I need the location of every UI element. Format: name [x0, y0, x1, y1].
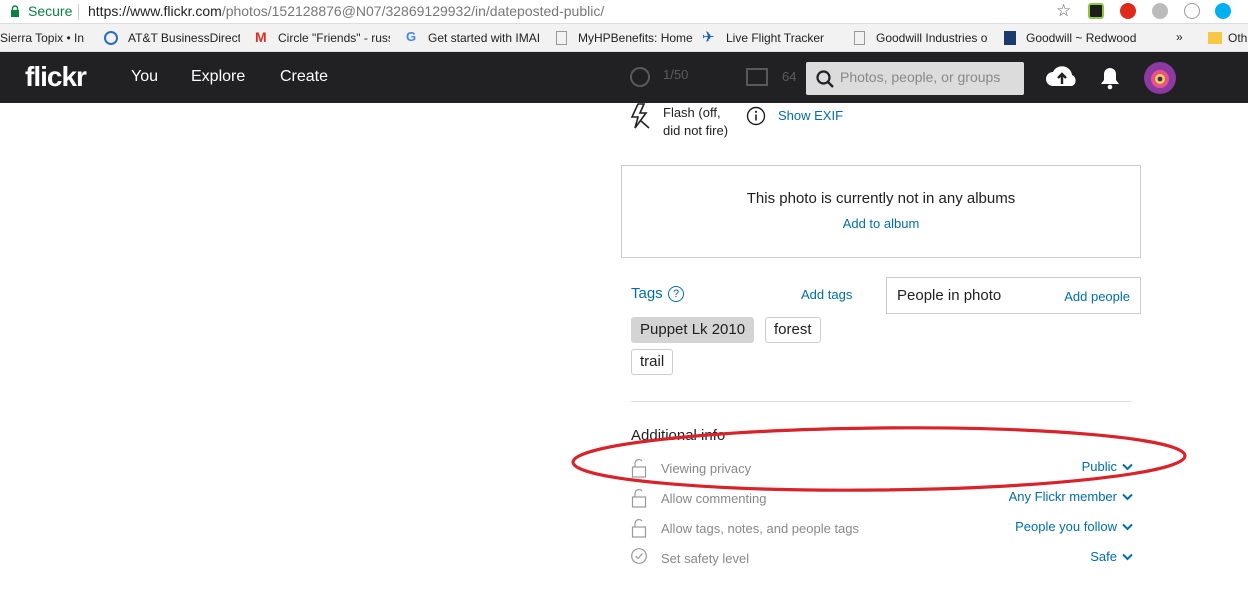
- bookmark-item[interactable]: Oth: [1228, 31, 1248, 47]
- opera-icon[interactable]: [1120, 3, 1136, 19]
- airplane-icon: ✈: [702, 29, 715, 46]
- tags-title: Tags: [631, 285, 663, 302]
- gmail-icon: M: [255, 29, 267, 45]
- help-icon[interactable]: ?: [668, 286, 684, 302]
- annotation-oval: [571, 426, 1187, 492]
- people-panel: People in photo Add people: [886, 277, 1141, 314]
- flash-status-line2: did not fire): [663, 123, 729, 138]
- divider: [78, 4, 79, 20]
- flickr-logo[interactable]: flickr: [25, 61, 87, 93]
- att-icon: [104, 31, 118, 45]
- extension-icon[interactable]: [1088, 3, 1104, 19]
- tag-chip[interactable]: trail: [631, 349, 674, 375]
- bookmark-item[interactable]: Sierra Topix • In: [0, 31, 92, 47]
- user-avatar[interactable]: [1144, 62, 1176, 94]
- more-bookmarks-button[interactable]: »: [1176, 30, 1190, 46]
- bookmark-item[interactable]: MyHPBenefits: Home: [578, 31, 694, 47]
- page-icon: [854, 31, 865, 45]
- add-people-link[interactable]: Add people: [1064, 289, 1130, 304]
- skype-icon[interactable]: [1215, 3, 1231, 19]
- google-icon: G: [406, 29, 417, 44]
- bookmarks-bar: Sierra Topix • In AT&T BusinessDirect M …: [0, 24, 1248, 52]
- address-bar: Secure https://www.flickr.com/photos/152…: [0, 0, 1248, 24]
- chevron-down-icon[interactable]: [1122, 553, 1133, 561]
- bookmark-item[interactable]: Get started with IMAI: [428, 31, 540, 47]
- notifications-bell-icon[interactable]: [1100, 66, 1120, 90]
- flash-status-line1: Flash (off,: [663, 105, 721, 120]
- flash-off-icon: [630, 103, 650, 129]
- bookmark-item[interactable]: AT&T BusinessDirect: [128, 31, 240, 47]
- search-icon: [816, 70, 834, 88]
- setting-value-dropdown[interactable]: Safe: [1090, 549, 1117, 564]
- folder-icon: [1208, 32, 1222, 44]
- unlock-icon: [631, 519, 647, 538]
- bookmark-item[interactable]: Goodwill ~ Redwood: [1026, 31, 1138, 47]
- bookmark-item[interactable]: Goodwill Industries o: [876, 31, 988, 47]
- setting-label: Set safety level: [661, 551, 750, 566]
- nav-explore[interactable]: Explore: [191, 68, 245, 86]
- avatar-image: [1144, 62, 1176, 94]
- faded-iso: 64: [782, 69, 797, 84]
- url-host: https://www.flickr.com: [88, 3, 222, 19]
- lock-icon: [11, 5, 19, 17]
- setting-label: Allow tags, notes, and people tags: [661, 521, 860, 536]
- aperture-icon: [630, 67, 650, 87]
- upload-cloud-icon[interactable]: [1045, 64, 1079, 90]
- show-exif-link[interactable]: Show EXIF: [778, 108, 843, 123]
- tag-chip[interactable]: Puppet Lk 2010: [631, 317, 755, 343]
- url-path: /photos/152128876@N07/32869129932/in/dat…: [221, 3, 605, 19]
- add-to-album-link[interactable]: Add to album: [622, 216, 1140, 231]
- page-icon: [556, 31, 567, 45]
- check-circle-icon: [631, 548, 647, 564]
- search-input[interactable]: [840, 69, 1015, 85]
- people-title: People in photo: [897, 287, 1002, 304]
- flickr-navbar: flickr You Explore Create 1/50 64: [0, 52, 1248, 103]
- add-tags-link[interactable]: Add tags: [801, 287, 852, 302]
- setting-safety-level: Set safety level Safe: [631, 548, 1133, 568]
- bookmark-item[interactable]: Circle "Friends" - russ: [278, 31, 390, 47]
- goodwill-icon: [1004, 31, 1016, 45]
- faded-shutter: 1/50: [663, 67, 689, 82]
- secure-label: Secure: [28, 3, 73, 19]
- extension-outline-icon[interactable]: [1184, 3, 1200, 19]
- albums-panel: This photo is currently not in any album…: [621, 165, 1141, 258]
- setting-allow-tags: Allow tags, notes, and people tags Peopl…: [631, 518, 1133, 538]
- nav-create[interactable]: Create: [280, 68, 328, 86]
- albums-message: This photo is currently not in any album…: [746, 190, 1016, 207]
- tag-chip[interactable]: forest: [765, 317, 821, 343]
- url-field[interactable]: https://www.flickr.com/photos/152128876@…: [88, 3, 604, 19]
- setting-value-dropdown[interactable]: People you follow: [1015, 519, 1117, 534]
- section-divider: [631, 401, 1131, 402]
- search-box[interactable]: [806, 62, 1024, 95]
- bookmark-star-icon[interactable]: ☆: [1056, 1, 1071, 21]
- chevron-down-icon[interactable]: [1122, 523, 1133, 531]
- extension-gray-icon[interactable]: [1152, 3, 1168, 19]
- bookmark-item[interactable]: Live Flight Tracker: [726, 31, 840, 47]
- nav-you[interactable]: You: [131, 68, 158, 86]
- info-icon: [746, 106, 766, 126]
- iso-icon: [746, 68, 768, 86]
